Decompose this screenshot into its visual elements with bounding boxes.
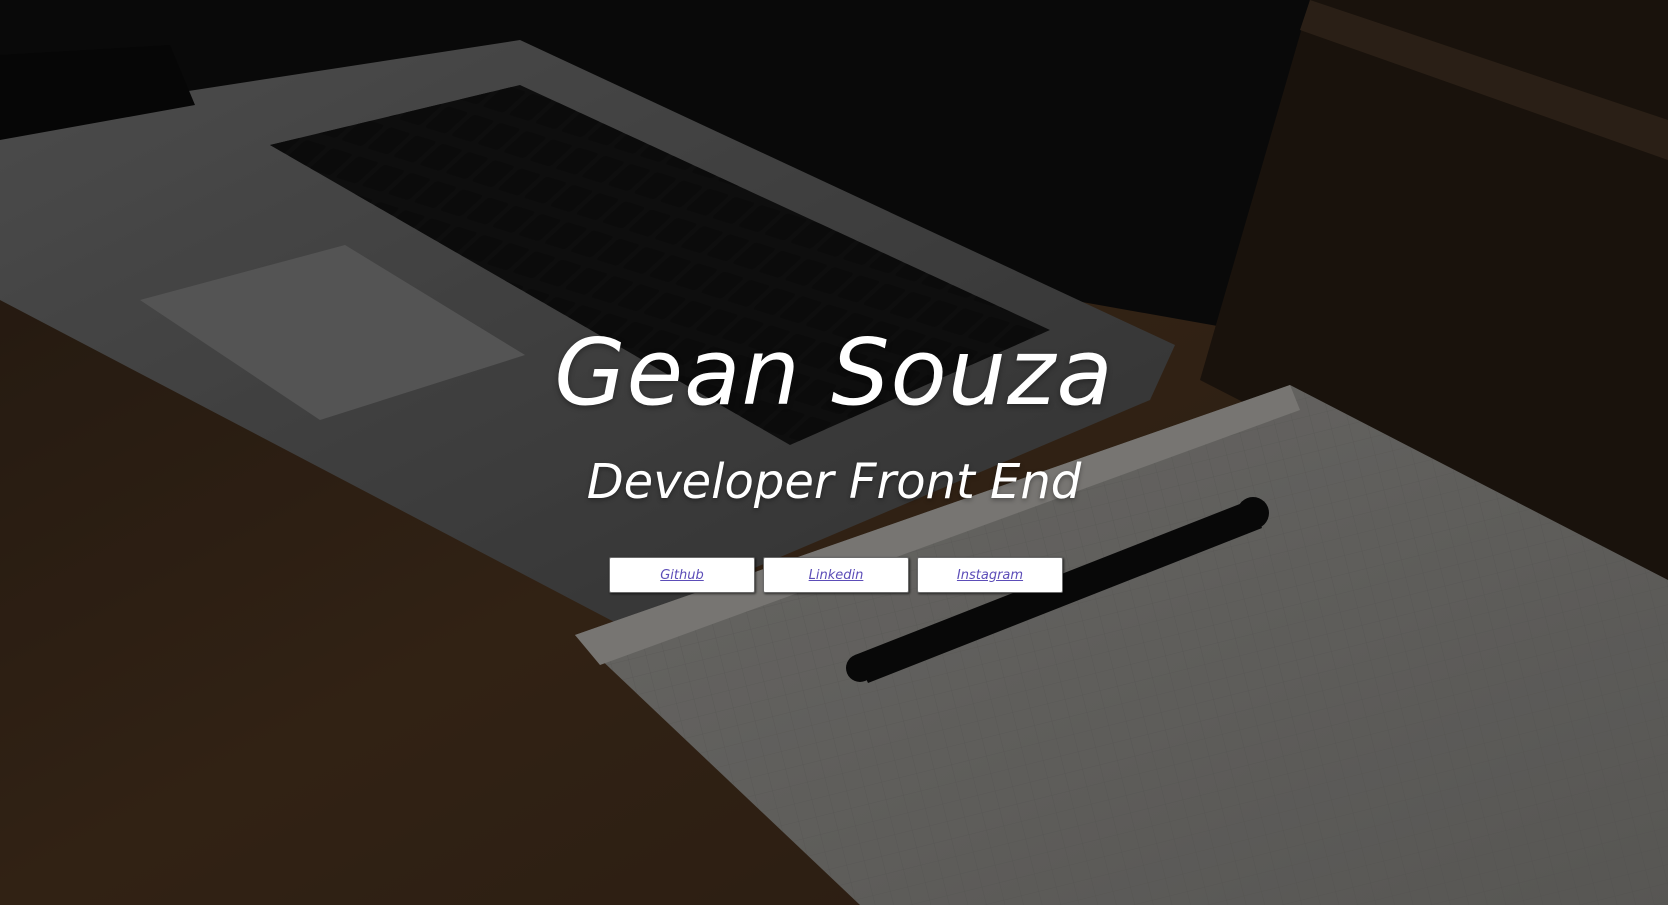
github-button[interactable]: Github <box>609 557 755 593</box>
social-links: Github Linkedin Instagram <box>609 557 1063 593</box>
linkedin-link[interactable]: Linkedin <box>809 568 864 583</box>
github-link[interactable]: Github <box>660 568 704 583</box>
hero-content: Gean Souza Developer Front End Github Li… <box>0 0 1668 905</box>
instagram-link[interactable]: Instagram <box>957 568 1023 583</box>
instagram-button[interactable]: Instagram <box>917 557 1063 593</box>
linkedin-button[interactable]: Linkedin <box>763 557 909 593</box>
hero-section: Gean Souza Developer Front End Github Li… <box>0 0 1668 905</box>
page-title: Gean Souza <box>554 319 1114 426</box>
page-subtitle: Developer Front End <box>586 454 1082 510</box>
